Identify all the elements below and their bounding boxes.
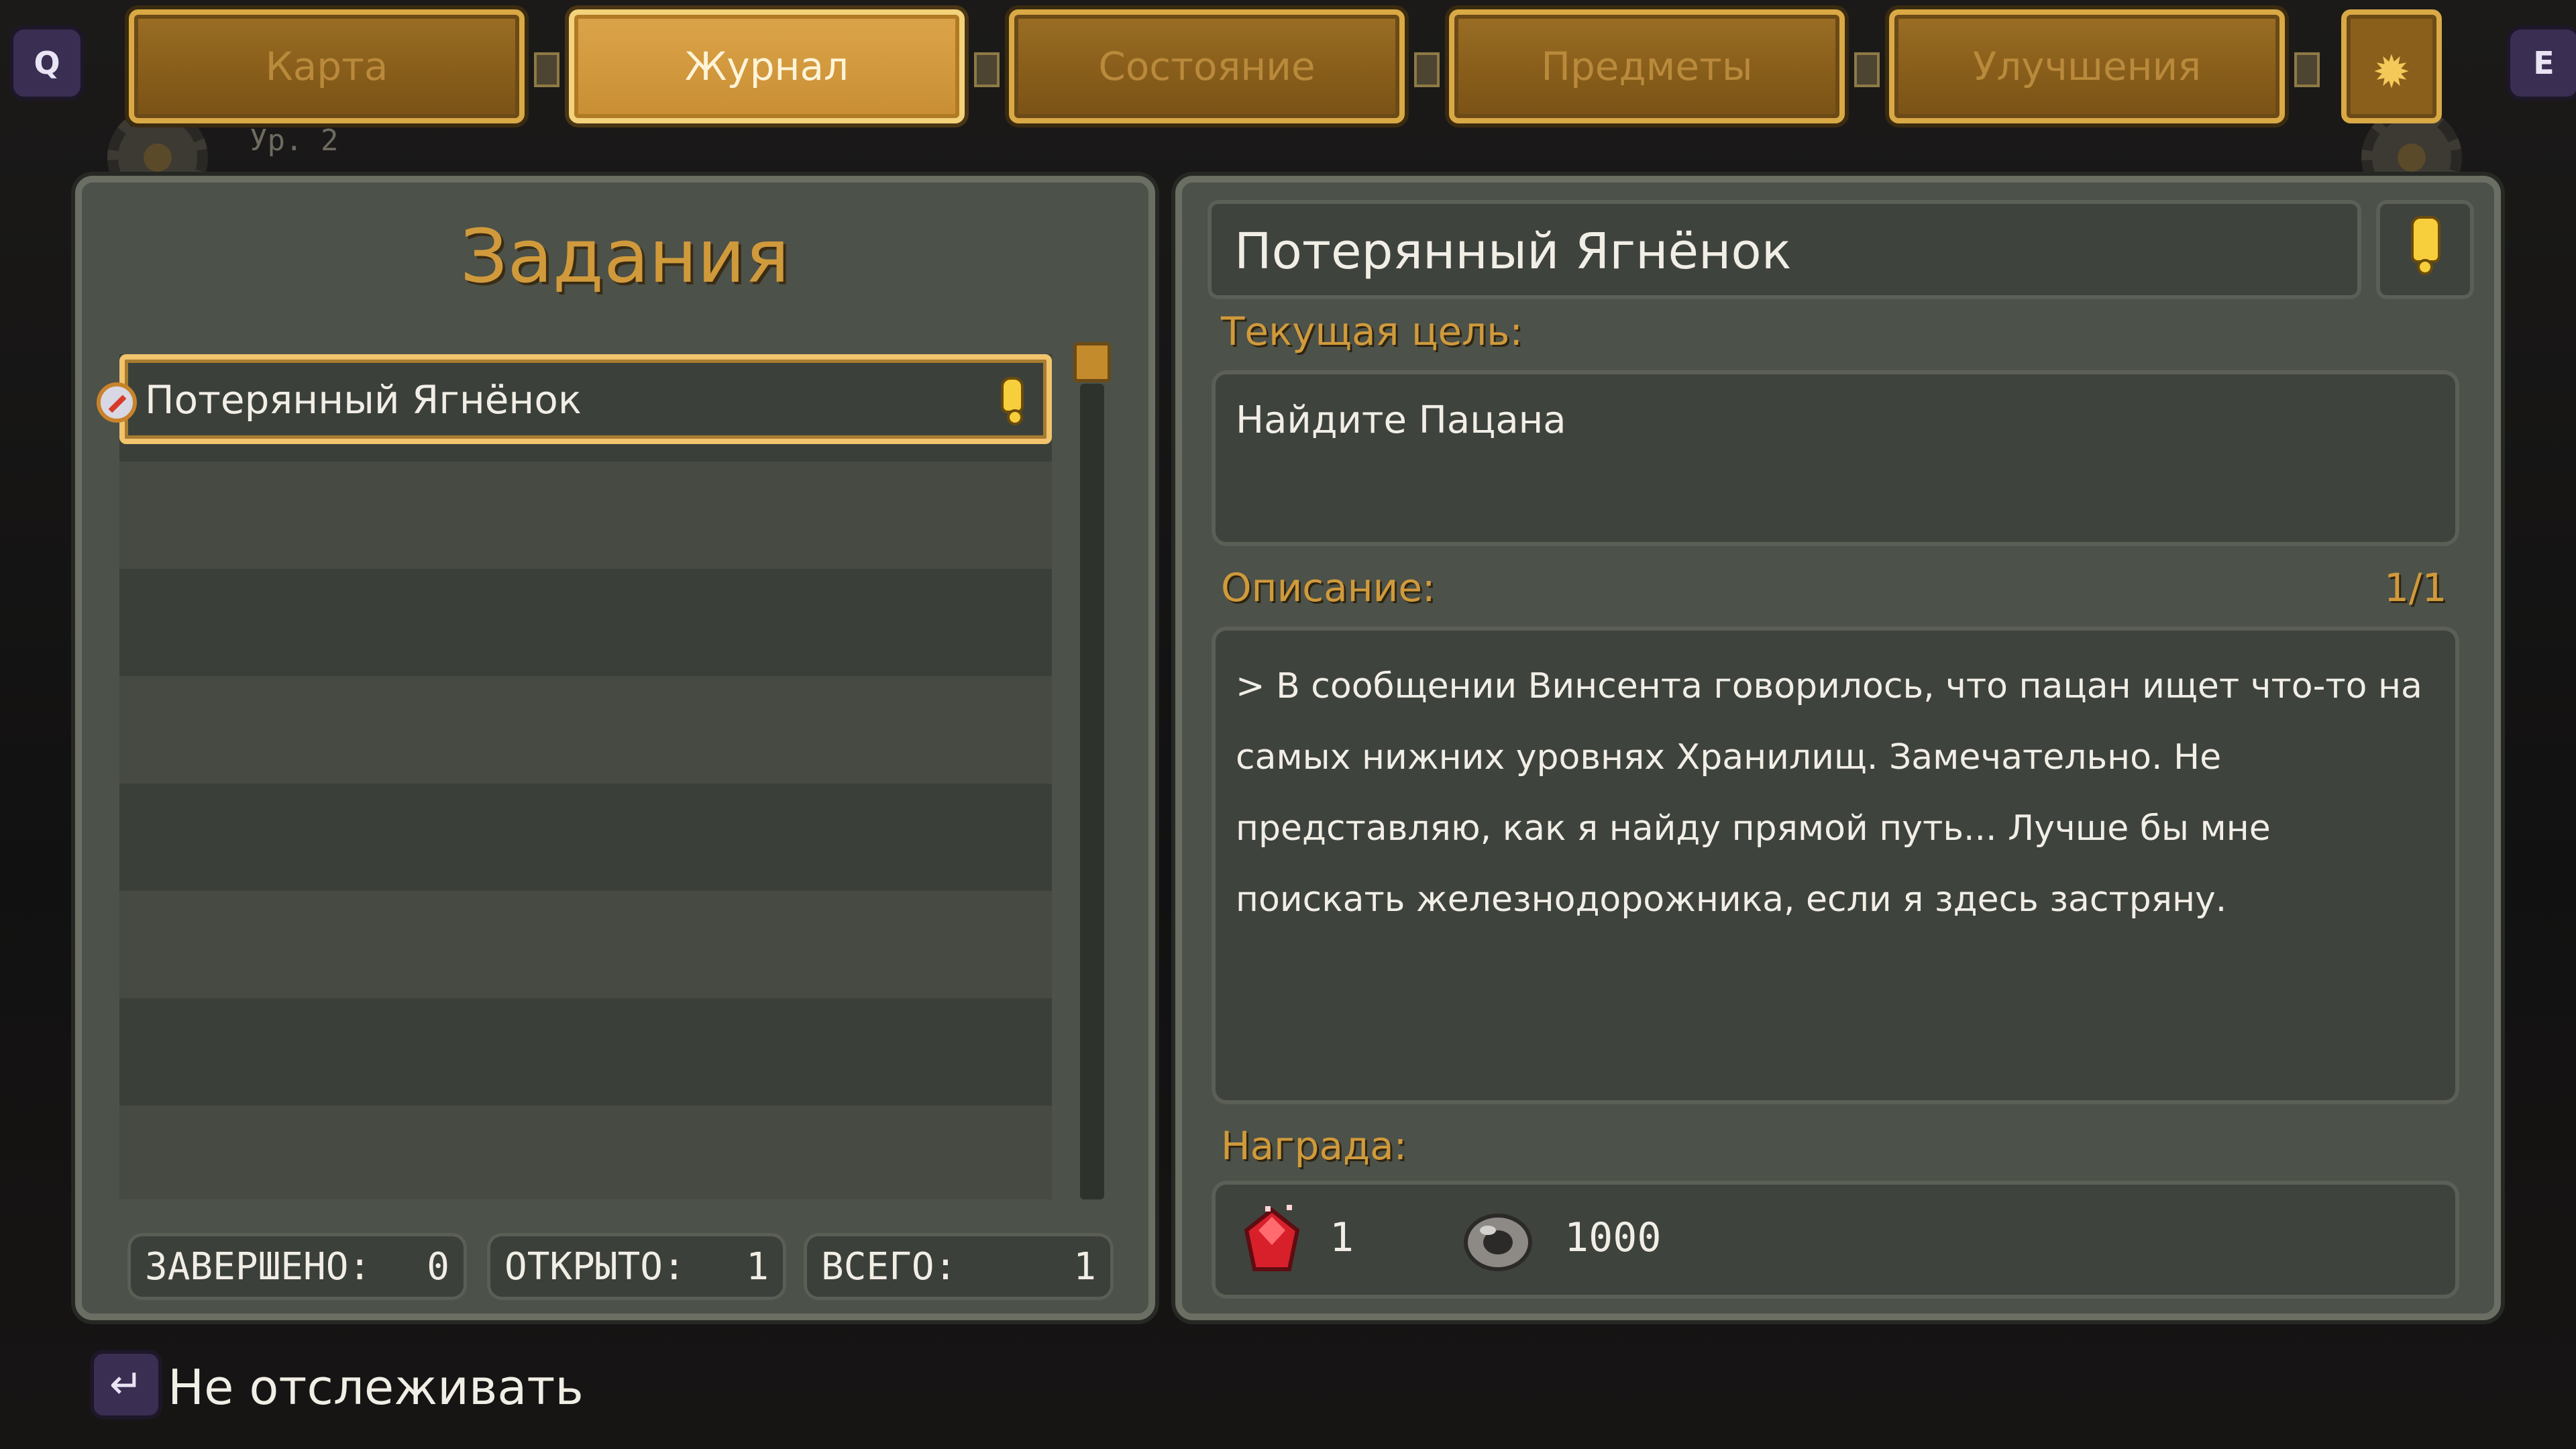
goal-label: Текущая цель: [1221,309,1523,354]
track-quest-button[interactable] [2376,200,2474,299]
tab-map[interactable]: Карта [129,9,525,123]
description-label: Описание: [1221,565,1436,610]
untrack-action[interactable]: Не отслеживать [168,1359,584,1415]
tab-connector [974,52,1000,87]
quests-title: Задания [460,213,790,299]
total-label: ВСЕГО: [821,1244,957,1289]
goal-text: Найдите Пацана [1236,398,1566,442]
goal-box: Найдите Пацана [1212,370,2459,546]
open-label: ОТКРЫТО: [504,1244,686,1289]
gear-icon: ✹ [2373,31,2410,102]
enter-key-icon[interactable]: ↵ [90,1350,162,1419]
tab-connector [534,52,559,87]
ruby-gem-icon [1244,1205,1300,1271]
tab-upgrades[interactable]: Улучшения [1889,9,2285,123]
level-label: Ур. 2 [250,123,339,158]
reward-box: 1 1000 [1212,1181,2459,1299]
completed-value: 0 [427,1244,449,1289]
reward-label: Награда: [1221,1123,1407,1169]
list-item[interactable]: Потерянный Ягнёнок [97,354,1052,444]
tab-status[interactable]: Состояние [1009,9,1405,123]
tracked-quest-icon [1001,377,1024,425]
description-page: 1/1 [2384,565,2447,610]
total-counter: ВСЕГО: 1 [804,1233,1114,1300]
total-value: 1 [1073,1244,1096,1289]
next-tab-key[interactable]: E [2506,25,2576,101]
tab-connector [1854,52,1880,87]
tab-connector [2294,52,2320,87]
tracked-quest-icon [2411,216,2440,275]
scroll-thumb[interactable] [1073,342,1111,382]
description-box: > В сообщении Винсента говорилось, что п… [1212,627,2459,1104]
quest-name: Потерянный Ягнёнок [145,377,582,423]
scrap-metal-icon [1464,1214,1532,1271]
tab-connector [1414,52,1440,87]
open-counter: ОТКРЫТО: 1 [487,1233,786,1300]
tab-journal[interactable]: Журнал [569,9,965,123]
description-text: > В сообщении Винсента говорилось, что п… [1236,666,2422,920]
scrap-amount: 1000 [1564,1214,1662,1261]
ruby-amount: 1 [1330,1214,1354,1261]
prev-tab-key[interactable]: Q [9,25,85,101]
tab-items[interactable]: Предметы [1449,9,1845,123]
quest-title: Потерянный Ягнёнок [1234,223,1792,280]
settings-button[interactable]: ✹ [2341,9,2442,123]
open-value: 1 [746,1244,769,1289]
completed-label: ЗАВЕРШЕНО: [145,1244,372,1289]
quest-list-scrollbar[interactable] [1073,342,1111,1199]
scroll-track [1080,384,1104,1199]
quest-list [119,354,1052,1199]
quest-title-box: Потерянный Ягнёнок [1208,200,2361,299]
compass-icon [97,382,137,423]
completed-counter: ЗАВЕРШЕНО: 0 [127,1233,467,1300]
